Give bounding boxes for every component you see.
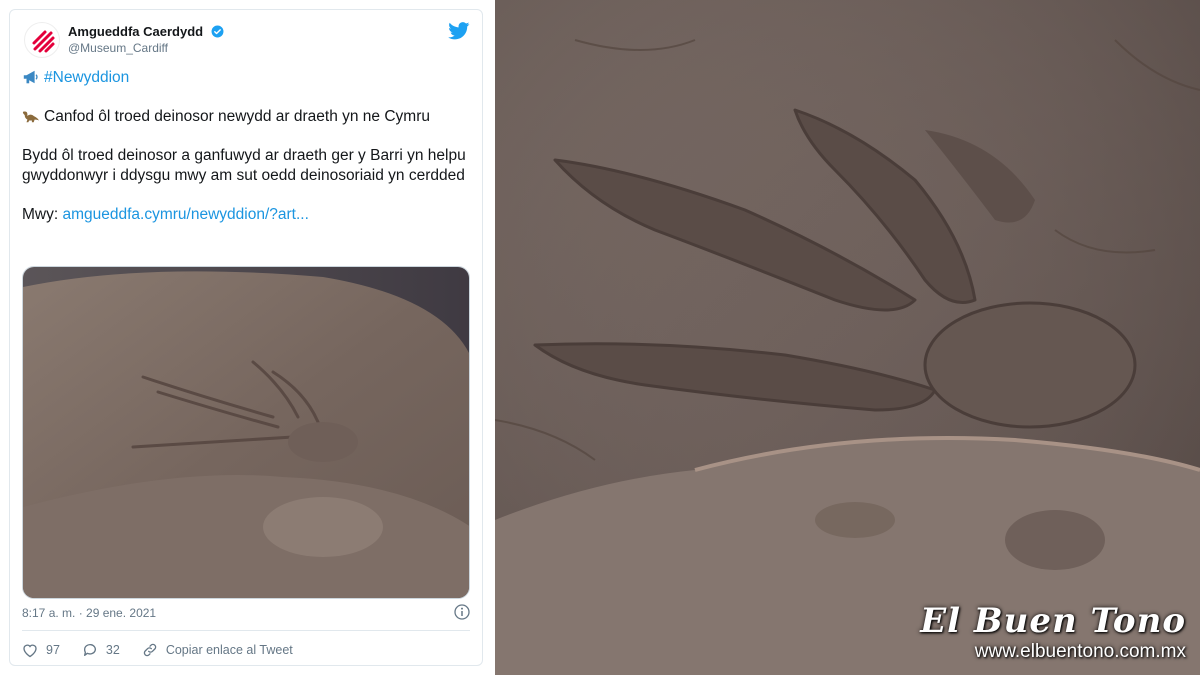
watermark: El Buen Tono www.elbuentono.com.mx (920, 601, 1186, 663)
watermark-url: www.elbuentono.com.mx (974, 641, 1186, 662)
tweet-timestamp[interactable]: 8:17 a. m. · 29 ene. 2021 (22, 606, 156, 620)
hashtag-link[interactable]: #Newyddion (44, 69, 129, 86)
author-handle[interactable]: @Museum_Cardiff (68, 41, 168, 55)
like-count: 97 (46, 643, 60, 657)
tweet-divider (22, 630, 470, 631)
tweet-text: #Newyddion Canfod ôl troed deinosor newy… (22, 68, 472, 244)
tweet-panel: Amgueddfa Caerdydd @Museum_Cardiff #Newy… (0, 0, 492, 675)
twitter-bird-icon[interactable] (448, 22, 470, 40)
link-icon (143, 643, 157, 657)
author-name[interactable]: Amgueddfa Caerdydd (68, 24, 224, 39)
reply-icon (83, 644, 96, 656)
footprint-rock-image (495, 0, 1200, 675)
tweet-actions: 97 32 Copiar enlace al Tweet (22, 640, 315, 660)
dinosaur-footprint-photo-small (23, 267, 469, 598)
author-avatar[interactable] (24, 22, 60, 58)
heart-icon (23, 644, 37, 657)
copy-link-button[interactable]: Copiar enlace al Tweet (142, 642, 293, 658)
watermark-title: El Buen Tono (920, 601, 1186, 641)
tweet-headline: Canfod ôl troed deinosor newydd ar draet… (44, 108, 430, 125)
more-label: Mwy: (22, 206, 59, 223)
tweet-photo[interactable] (22, 266, 470, 599)
tweet-body-paragraph: Bydd ôl troed deinosor a ganfuwyd ar dra… (22, 147, 466, 184)
more-link[interactable]: amgueddfa.cymru/newyddion/?art... (62, 206, 308, 223)
info-icon[interactable] (454, 604, 470, 620)
dinosaur-footprint-photo: El Buen Tono www.elbuentono.com.mx (495, 0, 1200, 675)
verified-badge-icon (211, 25, 224, 38)
author-name-text: Amgueddfa Caerdydd (68, 24, 204, 39)
dinosaur-icon (22, 111, 40, 123)
museum-logo-icon (32, 30, 55, 53)
reply-button[interactable]: 32 (82, 642, 120, 658)
reply-count: 32 (105, 643, 120, 657)
megaphone-icon (23, 70, 38, 84)
copy-link-label: Copiar enlace al Tweet (165, 643, 293, 657)
tweet-card: Amgueddfa Caerdydd @Museum_Cardiff #Newy… (9, 9, 483, 666)
like-button[interactable]: 97 (22, 643, 60, 658)
